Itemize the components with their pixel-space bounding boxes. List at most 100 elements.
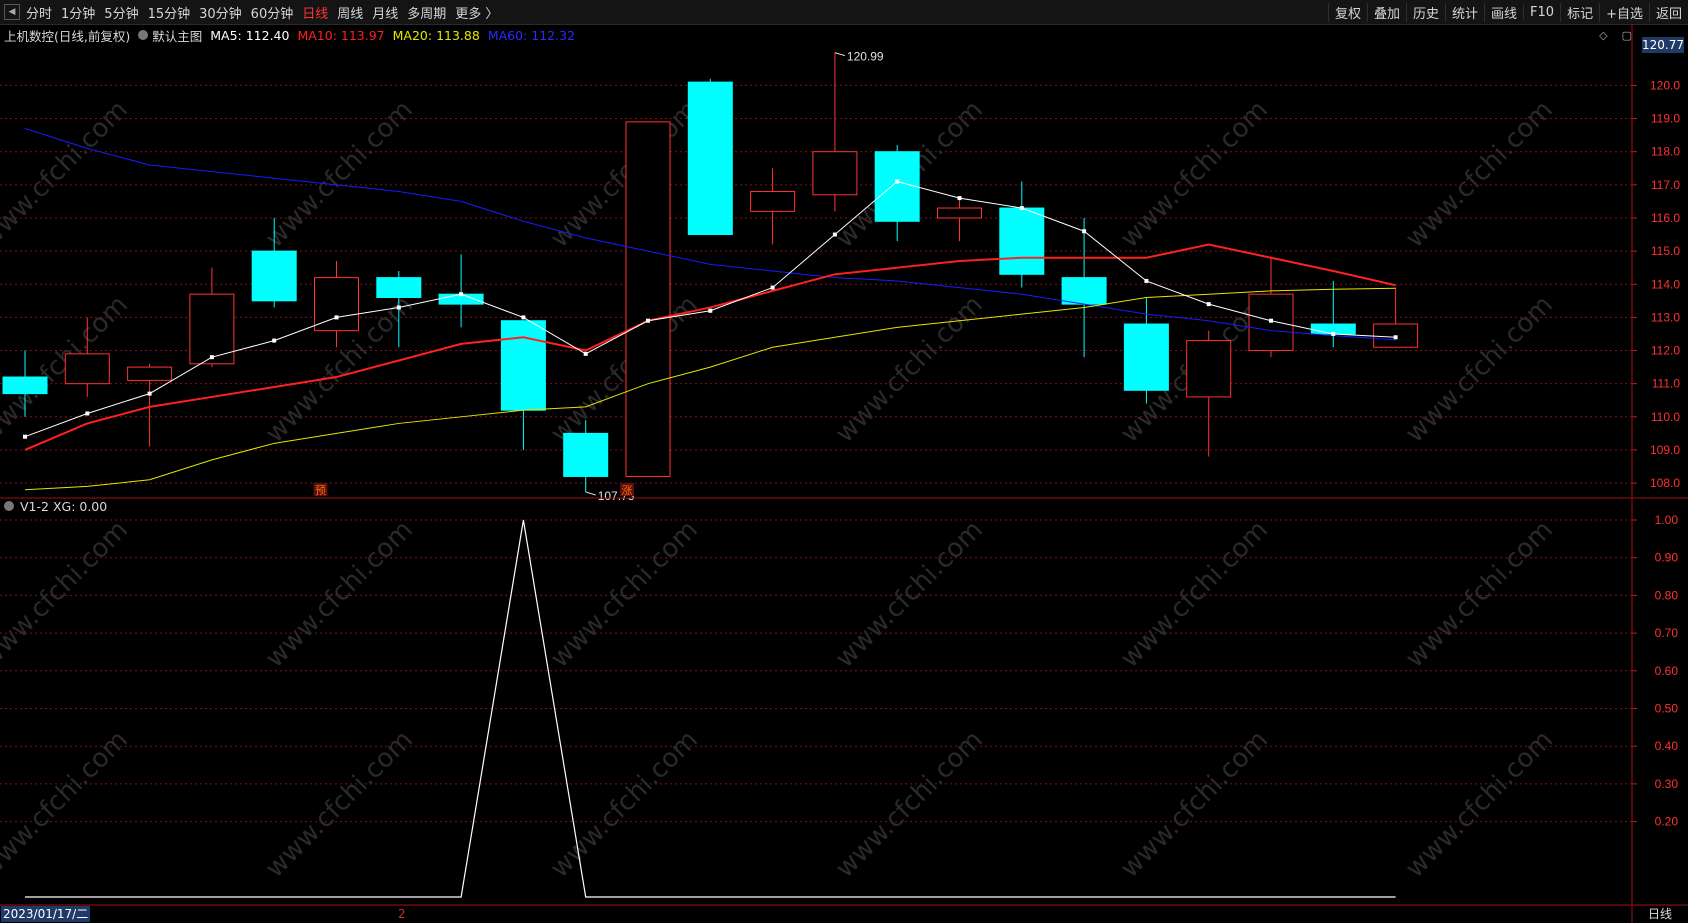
- y-tick-label: 115.0: [1651, 244, 1680, 258]
- watermark-group: www.cfchi.com www.cfchi.com www.cfchi.com w…: [0, 95, 1559, 884]
- window-icon[interactable]: ▢: [1622, 29, 1632, 42]
- watermark: www.cfchi.com: [545, 515, 704, 674]
- ma5-point: [708, 308, 713, 313]
- y-tick-label: 1.00: [1655, 513, 1679, 527]
- ma5-point: [1082, 229, 1087, 234]
- candle-body: [1061, 277, 1107, 305]
- candle-body: [2, 376, 48, 395]
- tool-button-8[interactable]: 返回: [1648, 2, 1688, 22]
- ma10-label: MA10: 113.97: [297, 27, 385, 43]
- date-box: 2023/01/17/二: [1, 906, 91, 922]
- tab-period-3[interactable]: 15分钟: [148, 3, 191, 22]
- tab-period-4[interactable]: 30分钟: [199, 3, 242, 22]
- tool-button-3[interactable]: 统计: [1445, 2, 1484, 22]
- tool-button-6[interactable]: 标记: [1560, 2, 1599, 22]
- stock-title[interactable]: 上机数控(日线,前复权): [4, 26, 130, 45]
- ma60-label: MA60: 112.32: [487, 27, 575, 43]
- tool-button-2[interactable]: 历史: [1405, 2, 1445, 22]
- candle-body: [625, 121, 671, 477]
- ma5-label: MA5: 112.40: [210, 27, 290, 43]
- y-tick-label: 118.0: [1651, 145, 1680, 159]
- main-indicator-name[interactable]: 默认主图: [152, 26, 202, 45]
- tab-period-2[interactable]: 5分钟: [104, 3, 138, 22]
- y-tick-label: 0.80: [1655, 588, 1679, 602]
- tab-period-0[interactable]: 分时: [26, 3, 52, 22]
- ma5-point: [272, 338, 277, 343]
- chart-area[interactable]: www.cfchi.com www.cfchi.com www.cfchi.com w…: [0, 24, 1688, 923]
- y-tick-label: 0.40: [1655, 739, 1679, 753]
- tool-buttons: 复权 叠加 历史 统计 画线 F10 标记 +自选 返回: [1327, 0, 1688, 24]
- candle-body: [750, 190, 796, 212]
- watermark: www.cfchi.com: [260, 725, 419, 884]
- ma5-point: [1144, 278, 1149, 283]
- period-toolbar: ◀ 分时 1分钟 5分钟 15分钟 30分钟 60分钟 日线 周线 月线 多周期 更多 〉 复权 叠加…: [0, 0, 1688, 25]
- tab-period-9[interactable]: 多周期: [407, 3, 446, 22]
- indicator-label[interactable]: V1-2 XG: 0.00: [20, 499, 107, 514]
- tool-button-5[interactable]: F10: [1523, 4, 1560, 20]
- y-tick-label: 116.0: [1651, 211, 1680, 225]
- watermark: www.cfchi.com: [0, 725, 134, 884]
- tab-period-7[interactable]: 周线: [337, 3, 363, 22]
- ma5-point: [334, 315, 339, 320]
- y-tick-label: 110.0: [1651, 410, 1680, 424]
- candle-body: [874, 151, 920, 222]
- y-tick-label: 109.0: [1650, 443, 1680, 457]
- settings-dot-icon[interactable]: [138, 30, 149, 40]
- candle-body: [563, 432, 609, 477]
- ma5-point: [85, 411, 90, 416]
- panel-icons: ◇ ▢: [1599, 29, 1632, 42]
- ma5-point: [521, 315, 526, 320]
- kline-chart[interactable]: www.cfchi.com www.cfchi.com www.cfchi.com w…: [0, 24, 1688, 923]
- watermark: www.cfchi.com: [1400, 725, 1559, 884]
- candle-body: [937, 207, 982, 219]
- period-label: 日线: [1647, 907, 1672, 921]
- y-tick-label: 112.0: [1651, 344, 1680, 358]
- candle-body: [812, 151, 858, 196]
- ma5-point: [832, 232, 837, 237]
- y-tick-label: 111.0: [1652, 377, 1681, 391]
- tab-period-8[interactable]: 月线: [372, 3, 398, 22]
- ma5-point: [770, 285, 775, 290]
- watermark: www.cfchi.com: [1400, 290, 1559, 449]
- ma5-point: [23, 434, 27, 439]
- y-tick-label: 113.0: [1651, 310, 1680, 324]
- tool-button-4[interactable]: 画线: [1484, 2, 1523, 22]
- tab-period-1[interactable]: 1分钟: [61, 3, 95, 22]
- tool-button-7[interactable]: +自选: [1599, 2, 1649, 22]
- tab-period-6[interactable]: 日线: [302, 3, 328, 22]
- ma5-point: [209, 355, 214, 360]
- ma5-point: [1393, 335, 1398, 340]
- rise-badge: 涨: [622, 484, 633, 497]
- collapse-icon[interactable]: ◀: [4, 4, 20, 20]
- watermark: www.cfchi.com: [545, 725, 704, 884]
- ma5-point: [1269, 318, 1273, 323]
- candle-body: [376, 277, 422, 299]
- tab-period-10[interactable]: 更多 〉: [455, 3, 498, 22]
- y-tick-label: 117.0: [1651, 178, 1680, 192]
- y-tick-label: 0.60: [1655, 664, 1679, 678]
- diamond-icon[interactable]: ◇: [1599, 29, 1607, 42]
- watermark: www.cfchi.com: [1115, 515, 1274, 674]
- tool-button-1[interactable]: 叠加: [1366, 2, 1406, 22]
- high-arrow: [834, 52, 846, 57]
- pre-badge: 预: [315, 484, 326, 497]
- watermark: www.cfchi.com: [830, 515, 989, 674]
- tool-button-0[interactable]: 复权: [1327, 2, 1367, 22]
- current-price-tag: 120.77: [1642, 37, 1684, 53]
- indicator-dot-icon[interactable]: [4, 501, 14, 511]
- y-tick-label: 119.0: [1651, 112, 1680, 126]
- candle-body: [500, 320, 546, 411]
- candle-body: [999, 207, 1045, 275]
- candle-body: [64, 353, 110, 385]
- watermark: www.cfchi.com: [260, 515, 419, 674]
- y-tick-label: 0.20: [1655, 815, 1679, 829]
- watermark: www.cfchi.com: [545, 95, 704, 254]
- tab-period-5[interactable]: 60分钟: [251, 3, 294, 22]
- ma20-label: MA20: 113.88: [392, 27, 480, 43]
- low-arrow: [585, 491, 596, 496]
- ma5-point: [957, 196, 962, 201]
- indicator-legend: V1-2 XG: 0.00: [4, 498, 107, 514]
- candle-body: [1123, 323, 1169, 391]
- candle-body: [251, 250, 297, 302]
- ma5-point: [895, 179, 900, 184]
